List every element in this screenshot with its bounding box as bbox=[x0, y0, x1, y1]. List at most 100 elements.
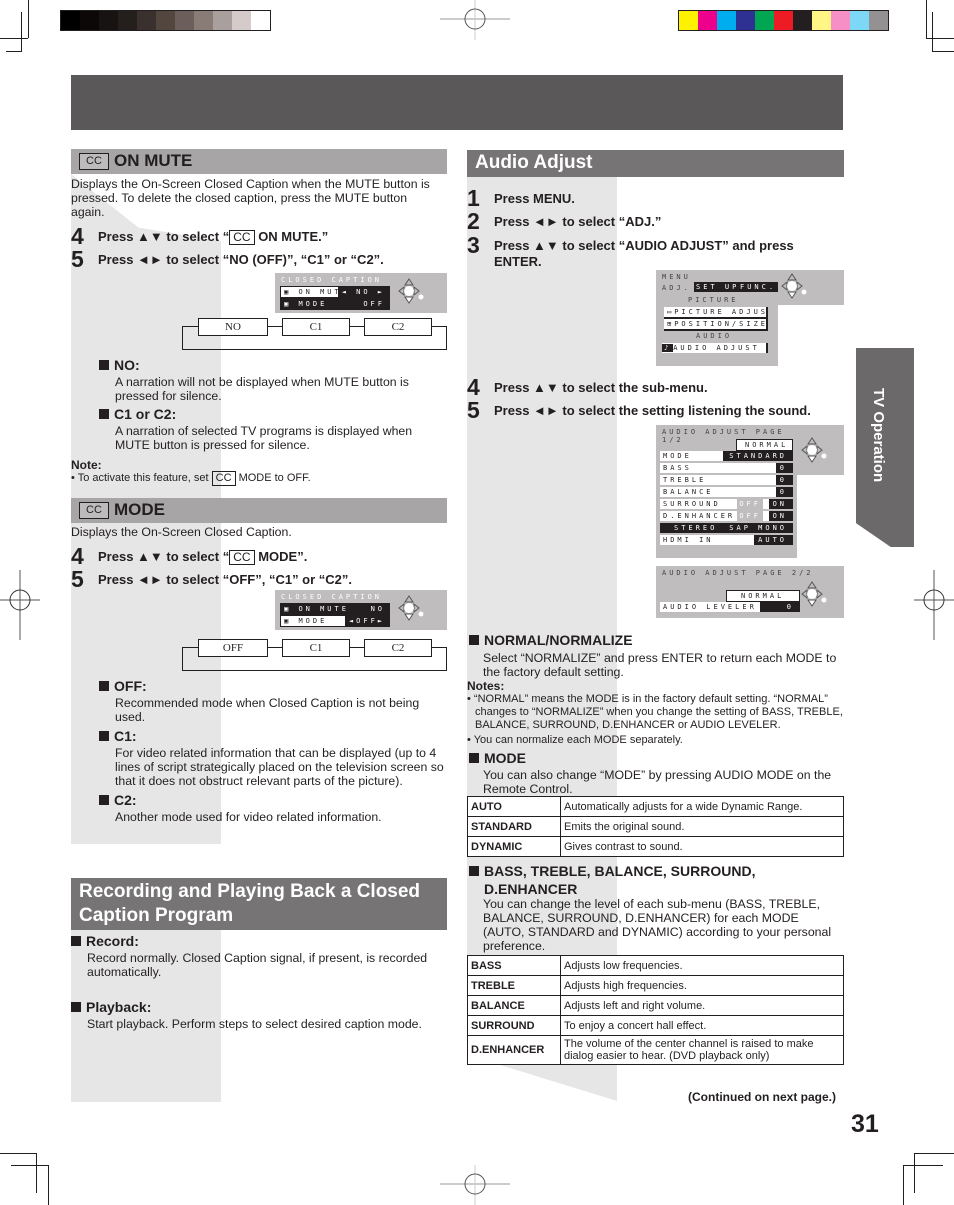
normalize-text: Select “NORMALIZE” and press ENTER to re… bbox=[483, 651, 837, 679]
menu-tab-setup: SET UP bbox=[694, 282, 742, 292]
dpad-icon bbox=[781, 273, 807, 299]
menu-item-audio-adjust: ♪ AUDIO ADJUST bbox=[662, 343, 768, 353]
cc-icon: CC bbox=[211, 471, 236, 486]
osd-normal-button: NORMAL bbox=[726, 590, 800, 602]
note-item: • You can normalize each MODE separately… bbox=[467, 734, 683, 746]
flow-option-c1: C1 bbox=[282, 318, 350, 336]
crop-mark bbox=[36, 1153, 37, 1193]
page-number: 31 bbox=[851, 1110, 879, 1138]
playback-heading: Playback: bbox=[71, 999, 151, 1015]
osd-row: D.ENHANCER OFF ON bbox=[660, 511, 793, 521]
table-row: AUTO Automatically adjusts for a wide Dyn… bbox=[467, 796, 844, 817]
crop-mark bbox=[926, 38, 954, 39]
flow-option-c2: C2 bbox=[364, 318, 432, 336]
note-title: Note: bbox=[71, 458, 102, 472]
osd-row: MODE STANDARD bbox=[660, 451, 793, 461]
sub-menu-table: BASS Adjusts low frequencies. TREBLE Adjust… bbox=[467, 955, 844, 1065]
option-heading-no: NO: bbox=[99, 357, 140, 373]
color-swatch bbox=[118, 11, 137, 30]
color-swatch bbox=[99, 11, 118, 30]
mode-description: Displays the On-Screen Closed Caption. bbox=[71, 525, 292, 539]
table-value: Adjusts left and right volume. bbox=[560, 995, 844, 1016]
table-row: SURROUND To enjoy a concert hall effect. bbox=[467, 1015, 844, 1036]
section-header-on-mute: CC ON MUTE bbox=[71, 149, 447, 174]
record-text: Record normally. Closed Caption signal, … bbox=[87, 951, 428, 979]
table-key: AUTO bbox=[467, 796, 561, 817]
table-key: STANDARD bbox=[467, 816, 561, 837]
side-tab-label: TV Operation bbox=[870, 388, 887, 483]
crop-mark bbox=[21, 12, 22, 52]
cc-icon: CC bbox=[229, 230, 255, 245]
registration-mark-bottom bbox=[440, 1165, 510, 1205]
option-text-no: A narration will not be displayed when M… bbox=[115, 375, 409, 403]
option-text-off: Recommended mode when Closed Caption is … bbox=[115, 696, 420, 724]
record-heading: Record: bbox=[71, 933, 139, 949]
crop-mark bbox=[0, 38, 28, 39]
option-text-c1-or-c2: A narration of selected TV programs is d… bbox=[115, 424, 413, 452]
section-title: MODE bbox=[114, 500, 165, 519]
section-title: ON MUTE bbox=[114, 151, 193, 170]
menu-item-picture-adjust: ▭PICTURE ADJUST bbox=[664, 307, 768, 319]
crop-mark bbox=[28, 0, 29, 38]
dpad-icon bbox=[398, 595, 424, 621]
table-row: BASS Adjusts low frequencies. bbox=[467, 955, 844, 976]
closed-caption-osd: CLOSED CAPTION ▣ ON MUTE ◄ NO ► ▣ MODE OFF bbox=[275, 273, 447, 313]
crop-mark bbox=[903, 1165, 943, 1166]
osd-row: HDMI IN AUTO bbox=[660, 535, 793, 545]
section-header-mode: CC MODE bbox=[71, 498, 447, 523]
audio-adjust-osd-page-2: AUDIO ADJUST PAGE 2/2 NORMAL AUDIO LEVEL… bbox=[656, 566, 844, 618]
table-key: BALANCE bbox=[467, 995, 561, 1016]
color-swatch bbox=[251, 11, 270, 30]
table-row: BALANCE Adjusts left and right volume. bbox=[467, 995, 844, 1016]
color-swatch bbox=[194, 11, 213, 30]
flow-option-off: OFF bbox=[198, 639, 268, 657]
osd-row-on-mute: ▣ ON MUTE ◄ NO ► bbox=[280, 286, 390, 298]
flow-option-c2: C2 bbox=[364, 639, 432, 657]
playback-text: Start playback. Perform steps to select … bbox=[87, 1017, 422, 1031]
notes-title: Notes: bbox=[467, 679, 505, 693]
osd-row: BASS 0 bbox=[660, 463, 793, 473]
color-swatch bbox=[213, 11, 232, 30]
crop-mark bbox=[903, 1165, 904, 1205]
cc-icon: CC bbox=[229, 550, 255, 565]
osd-row-on-mute: ▣ ON MUTE NO bbox=[280, 603, 390, 615]
table-value: The volume of the center channel is rais… bbox=[560, 1035, 844, 1065]
option-heading-c1-or-c2: C1 or C2: bbox=[99, 406, 176, 422]
color-swatch bbox=[698, 11, 717, 30]
section-header-audio-adjust: Audio Adjust bbox=[467, 150, 844, 177]
osd-row: TREBLE 0 bbox=[660, 475, 793, 485]
option-heading-off: OFF: bbox=[99, 678, 147, 694]
section-header-recording: Recording and Playing Back a Closed Capt… bbox=[71, 878, 447, 930]
color-swatch bbox=[736, 11, 755, 30]
table-row: DYNAMIC Gives contrast to sound. bbox=[467, 836, 844, 857]
crop-mark bbox=[932, 51, 954, 52]
osd-row-mode: ▣ MODE OFF bbox=[280, 298, 390, 310]
note-item: • “NORMAL” means the MODE is in the fact… bbox=[467, 693, 843, 731]
color-swatch bbox=[80, 11, 99, 30]
color-swatch bbox=[156, 11, 175, 30]
registration-mark-top bbox=[440, 0, 510, 40]
crop-mark bbox=[0, 1153, 37, 1154]
table-value: Adjusts low frequencies. bbox=[560, 955, 844, 976]
table-row: TREBLE Adjusts high frequencies. bbox=[467, 975, 844, 996]
dpad-icon bbox=[801, 437, 827, 463]
table-key: TREBLE bbox=[467, 975, 561, 996]
mode-text: You can also change “MODE” by pressing A… bbox=[483, 768, 832, 796]
flow-option-no: NO bbox=[198, 318, 268, 336]
color-swatch bbox=[679, 11, 698, 30]
cc-icon: CC bbox=[79, 502, 109, 519]
color-swatch bbox=[793, 11, 812, 30]
dpad-icon bbox=[801, 581, 827, 607]
color-swatch bbox=[850, 11, 869, 30]
table-row: STANDARD Emits the original sound. bbox=[467, 816, 844, 837]
color-swatch bbox=[137, 11, 156, 30]
crop-mark bbox=[11, 1165, 48, 1166]
table-key: D.ENHANCER bbox=[467, 1035, 561, 1065]
bass-text: You can change the level of each sub-men… bbox=[483, 897, 832, 953]
process-color-bar bbox=[678, 10, 889, 31]
table-key: SURROUND bbox=[467, 1015, 561, 1036]
option-text-c2: Another mode used for video related info… bbox=[115, 810, 382, 824]
normalize-heading: NORMAL/NORMALIZE bbox=[469, 632, 633, 648]
crop-mark bbox=[932, 12, 933, 52]
table-value: Adjusts high frequencies. bbox=[560, 975, 844, 996]
